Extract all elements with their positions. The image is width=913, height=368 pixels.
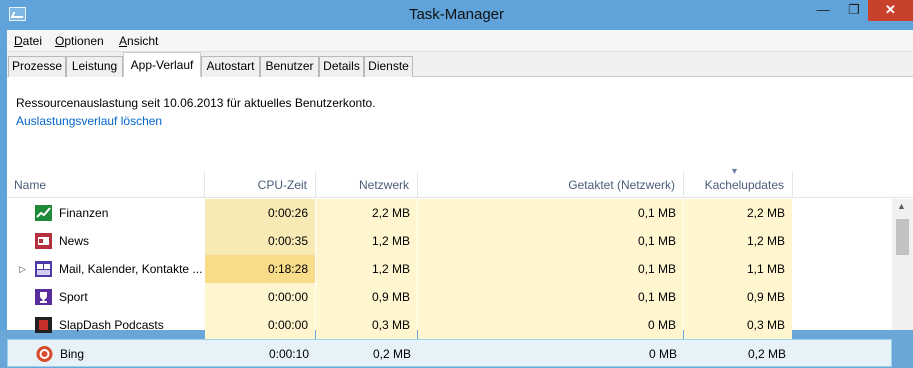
tile-updates-cell: 2,2 MB bbox=[684, 199, 792, 227]
network-cell: 0,3 MB bbox=[316, 311, 417, 339]
metered-network-cell: 0 MB bbox=[418, 311, 683, 339]
delete-usage-history-link[interactable]: Auslastungsverlauf löschen bbox=[16, 114, 162, 128]
table-header: Name CPU-Zeit Netzwerk Getaktet (Netzwer… bbox=[7, 166, 913, 198]
tile-updates-cell: 0,9 MB bbox=[684, 283, 792, 311]
tab-prozesse[interactable]: Prozesse bbox=[8, 56, 66, 77]
table-row[interactable]: News 0:00:35 1,2 MB 0,1 MB 1,2 MB bbox=[7, 227, 892, 255]
scroll-up-icon[interactable]: ▲ bbox=[897, 201, 906, 211]
table-row[interactable]: Sport 0:00:00 0,9 MB 0,1 MB 0,9 MB bbox=[7, 283, 892, 311]
app-name: Sport bbox=[59, 290, 88, 304]
table-row[interactable]: Bing 0:00:10 0,2 MB 0 MB 0,2 MB bbox=[7, 339, 892, 367]
metered-network-cell: 0,1 MB bbox=[418, 283, 683, 311]
cpu-time-cell: 0:18:28 bbox=[205, 255, 315, 283]
tab-strip: Prozesse Leistung App-Verlauf Autostart … bbox=[7, 52, 913, 78]
tab-benutzer[interactable]: Benutzer bbox=[260, 56, 319, 77]
table-row[interactable]: Finanzen 0:00:26 2,2 MB 0,1 MB 2,2 MB bbox=[7, 199, 892, 227]
app-name: SlapDash Podcasts bbox=[59, 318, 164, 332]
tile-updates-cell: 1,2 MB bbox=[684, 227, 792, 255]
column-header-name[interactable]: Name bbox=[14, 172, 204, 198]
network-cell: 0,9 MB bbox=[316, 283, 417, 311]
cpu-time-cell: 0:00:00 bbox=[205, 283, 315, 311]
network-cell: 0,2 MB bbox=[372, 347, 411, 361]
window-title: Task-Manager bbox=[408, 6, 505, 23]
menu-ansicht[interactable]: Ansicht bbox=[119, 34, 158, 48]
menu-bar: Datei Optionen Ansicht bbox=[7, 30, 913, 52]
tile-updates-cell: 0,3 MB bbox=[684, 311, 792, 339]
table-row[interactable]: SlapDash Podcasts 0:00:00 0,3 MB 0 MB 0,3 MB bbox=[7, 311, 892, 339]
tab-autostart[interactable]: Autostart bbox=[201, 56, 260, 77]
tab-details[interactable]: Details bbox=[319, 56, 364, 77]
app-history-panel: Ressourcenauslastung seit 10.06.2013 für… bbox=[7, 77, 913, 367]
app-name: Mail, Kalender, Kontakte ... bbox=[59, 262, 203, 276]
task-manager-window: Task-Manager — ❐ ✕ Datei Optionen Ansich… bbox=[0, 0, 913, 367]
tile-updates-cell: 0,2 MB bbox=[747, 347, 786, 361]
mail-calendar-icon bbox=[35, 261, 52, 277]
metered-network-cell: 0,1 MB bbox=[418, 227, 683, 255]
bing-icon bbox=[36, 346, 53, 362]
sport-trophy-icon bbox=[35, 289, 52, 305]
app-name: Bing bbox=[60, 347, 85, 361]
app-history-table: Finanzen 0:00:26 2,2 MB 0,1 MB 2,2 MB News 0:0… bbox=[7, 199, 913, 367]
news-icon bbox=[35, 233, 52, 249]
app-name: News bbox=[59, 234, 90, 248]
tile-updates-cell: 1,1 MB bbox=[684, 255, 792, 283]
column-divider[interactable] bbox=[792, 172, 793, 198]
column-header-cpu-time[interactable]: CPU-Zeit bbox=[205, 172, 315, 198]
cpu-time-cell: 0:00:26 bbox=[205, 199, 315, 227]
column-header-network[interactable]: Netzwerk bbox=[316, 172, 417, 198]
network-cell: 1,2 MB bbox=[316, 227, 417, 255]
window-frame: Datei Optionen Ansicht Prozesse Leistung… bbox=[7, 30, 913, 367]
table-row[interactable]: ▷ Mail, Kalender, Kontakte ... 0:18:28 1,2 … bbox=[7, 255, 892, 283]
menu-optionen[interactable]: Optionen bbox=[55, 34, 104, 48]
cpu-time-cell: 0:00:00 bbox=[205, 311, 315, 339]
title-bar[interactable]: Task-Manager — ❐ ✕ bbox=[0, 0, 913, 30]
metered-network-cell: 0 MB bbox=[648, 347, 677, 361]
column-header-metered-network[interactable]: Getaktet (Netzwerk) bbox=[418, 172, 683, 198]
tab-leistung[interactable]: Leistung bbox=[66, 56, 123, 77]
cpu-time-cell: 0:00:35 bbox=[205, 227, 315, 255]
app-name: Finanzen bbox=[59, 206, 109, 220]
finance-icon bbox=[35, 205, 52, 221]
podcast-icon bbox=[35, 317, 52, 333]
vertical-scrollbar[interactable]: ▲ bbox=[892, 199, 913, 330]
tab-dienste[interactable]: Dienste bbox=[364, 56, 413, 77]
network-cell: 2,2 MB bbox=[316, 199, 417, 227]
metered-network-cell: 0,1 MB bbox=[418, 199, 683, 227]
expand-row-icon[interactable]: ▷ bbox=[19, 255, 26, 283]
metered-network-cell: 0,1 MB bbox=[418, 255, 683, 283]
minimize-button[interactable]: — bbox=[806, 0, 840, 21]
network-cell: 1,2 MB bbox=[316, 255, 417, 283]
scrollbar-thumb[interactable] bbox=[896, 219, 909, 255]
menu-datei[interactable]: Datei bbox=[14, 34, 42, 48]
tab-app-verlauf[interactable]: App-Verlauf bbox=[123, 52, 201, 78]
cpu-time-cell: 0:00:10 bbox=[268, 347, 309, 361]
usage-info-text: Ressourcenauslastung seit 10.06.2013 für… bbox=[16, 96, 376, 110]
maximize-button[interactable]: ❐ bbox=[840, 0, 868, 21]
sort-indicator-icon: ▼ bbox=[730, 166, 739, 176]
close-button[interactable]: ✕ bbox=[868, 0, 913, 21]
